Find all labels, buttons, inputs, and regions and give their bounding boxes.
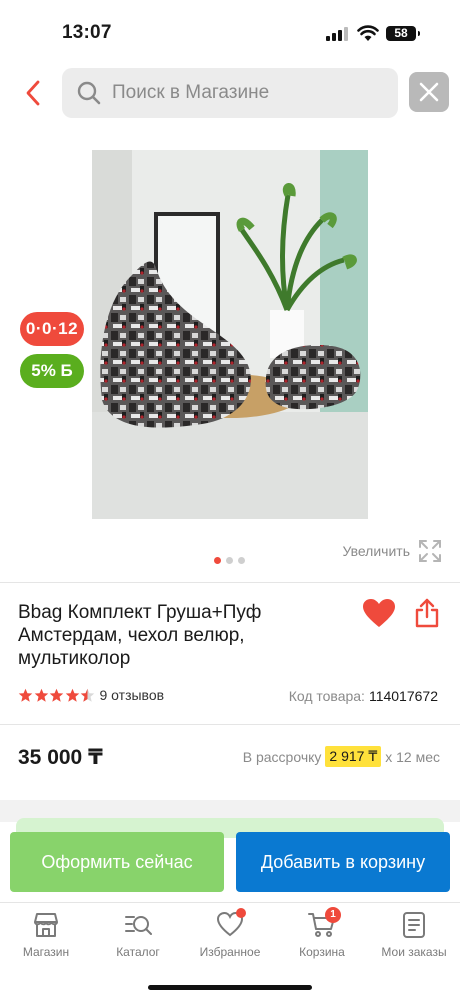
star-icon — [18, 688, 33, 702]
gallery-pagination — [214, 557, 254, 565]
cellular-signal-icon — [326, 27, 348, 41]
star-half-icon — [80, 688, 95, 702]
sku-label: Код товара: — [288, 688, 365, 704]
installment-prefix: В рассрочку — [242, 748, 322, 765]
pagination-dot[interactable] — [226, 557, 233, 564]
orders-icon — [403, 912, 425, 938]
clear-search-button[interactable] — [409, 72, 449, 112]
product-rating[interactable]: 9 отзывов — [18, 686, 164, 704]
notification-dot — [236, 908, 246, 918]
checkout-now-button[interactable]: Оформить сейчас — [10, 832, 224, 892]
search-input[interactable]: Поиск в Магазине — [62, 68, 398, 118]
pagination-dot[interactable] — [214, 557, 221, 564]
installment-info[interactable]: В рассрочку 2 917 ₸ х 12 мес — [243, 746, 440, 767]
installment-amount: 2 917 ₸ — [325, 746, 382, 767]
timer-badge: 0·0·12 — [20, 312, 84, 346]
status-time: 13:07 — [62, 22, 112, 43]
share-icon[interactable] — [413, 598, 441, 628]
star-icon — [49, 688, 64, 702]
home-indicator — [148, 985, 312, 990]
product-title: Bbag Комплект Груша+Пуф Амстердам, чехол… — [18, 602, 262, 669]
zoom-label: Увеличить — [342, 543, 410, 559]
installment-suffix: х 12 мес — [385, 748, 440, 765]
nav-item-catalog[interactable]: Каталог — [92, 911, 184, 959]
product-price: 35 000 ₸ — [18, 746, 103, 769]
nav-label: Избранное — [199, 945, 261, 959]
divider — [0, 724, 460, 725]
close-icon — [419, 82, 439, 102]
sku-value: 114017672 — [368, 688, 438, 704]
nav-item-shop[interactable]: Магазин — [0, 911, 92, 959]
rating-stars — [18, 688, 96, 703]
catalog-icon — [125, 916, 152, 935]
nav-label: Магазин — [22, 945, 70, 959]
product-image[interactable] — [92, 150, 368, 519]
search-icon — [77, 81, 101, 105]
wifi-icon — [357, 25, 379, 41]
cart-count-badge: 1 — [325, 907, 341, 923]
header: Поиск в Магазине — [0, 66, 460, 120]
nav-item-cart[interactable]: 1 Корзина — [276, 907, 368, 959]
bonus-badge: 5% Б — [20, 354, 84, 388]
nav-item-orders[interactable]: Мои заказы — [368, 911, 460, 959]
nav-label: Корзина — [299, 945, 345, 959]
star-icon — [34, 688, 48, 702]
expand-icon — [419, 540, 441, 562]
add-to-cart-button[interactable]: Добавить в корзину — [236, 832, 450, 892]
zoom-button[interactable]: Увеличить — [342, 538, 442, 564]
reviews-count[interactable]: 9 отзывов — [100, 687, 165, 703]
status-bar: 13:07 58 — [0, 0, 460, 62]
product-code: Код товара: 114017672 — [289, 688, 438, 704]
battery-icon: 58 — [386, 26, 420, 41]
product-photo — [92, 150, 368, 519]
pagination-dot[interactable] — [238, 557, 245, 564]
search-placeholder: Поиск в Магазине — [112, 82, 270, 103]
heart-icon[interactable] — [362, 598, 396, 628]
shop-icon — [34, 913, 58, 937]
divider — [0, 582, 460, 583]
nav-label: Мои заказы — [381, 945, 447, 959]
nav-label: Каталог — [116, 945, 160, 959]
star-icon — [65, 688, 79, 702]
nav-item-favorites[interactable]: Избранное — [184, 908, 276, 959]
back-arrow-icon[interactable] — [16, 76, 50, 110]
